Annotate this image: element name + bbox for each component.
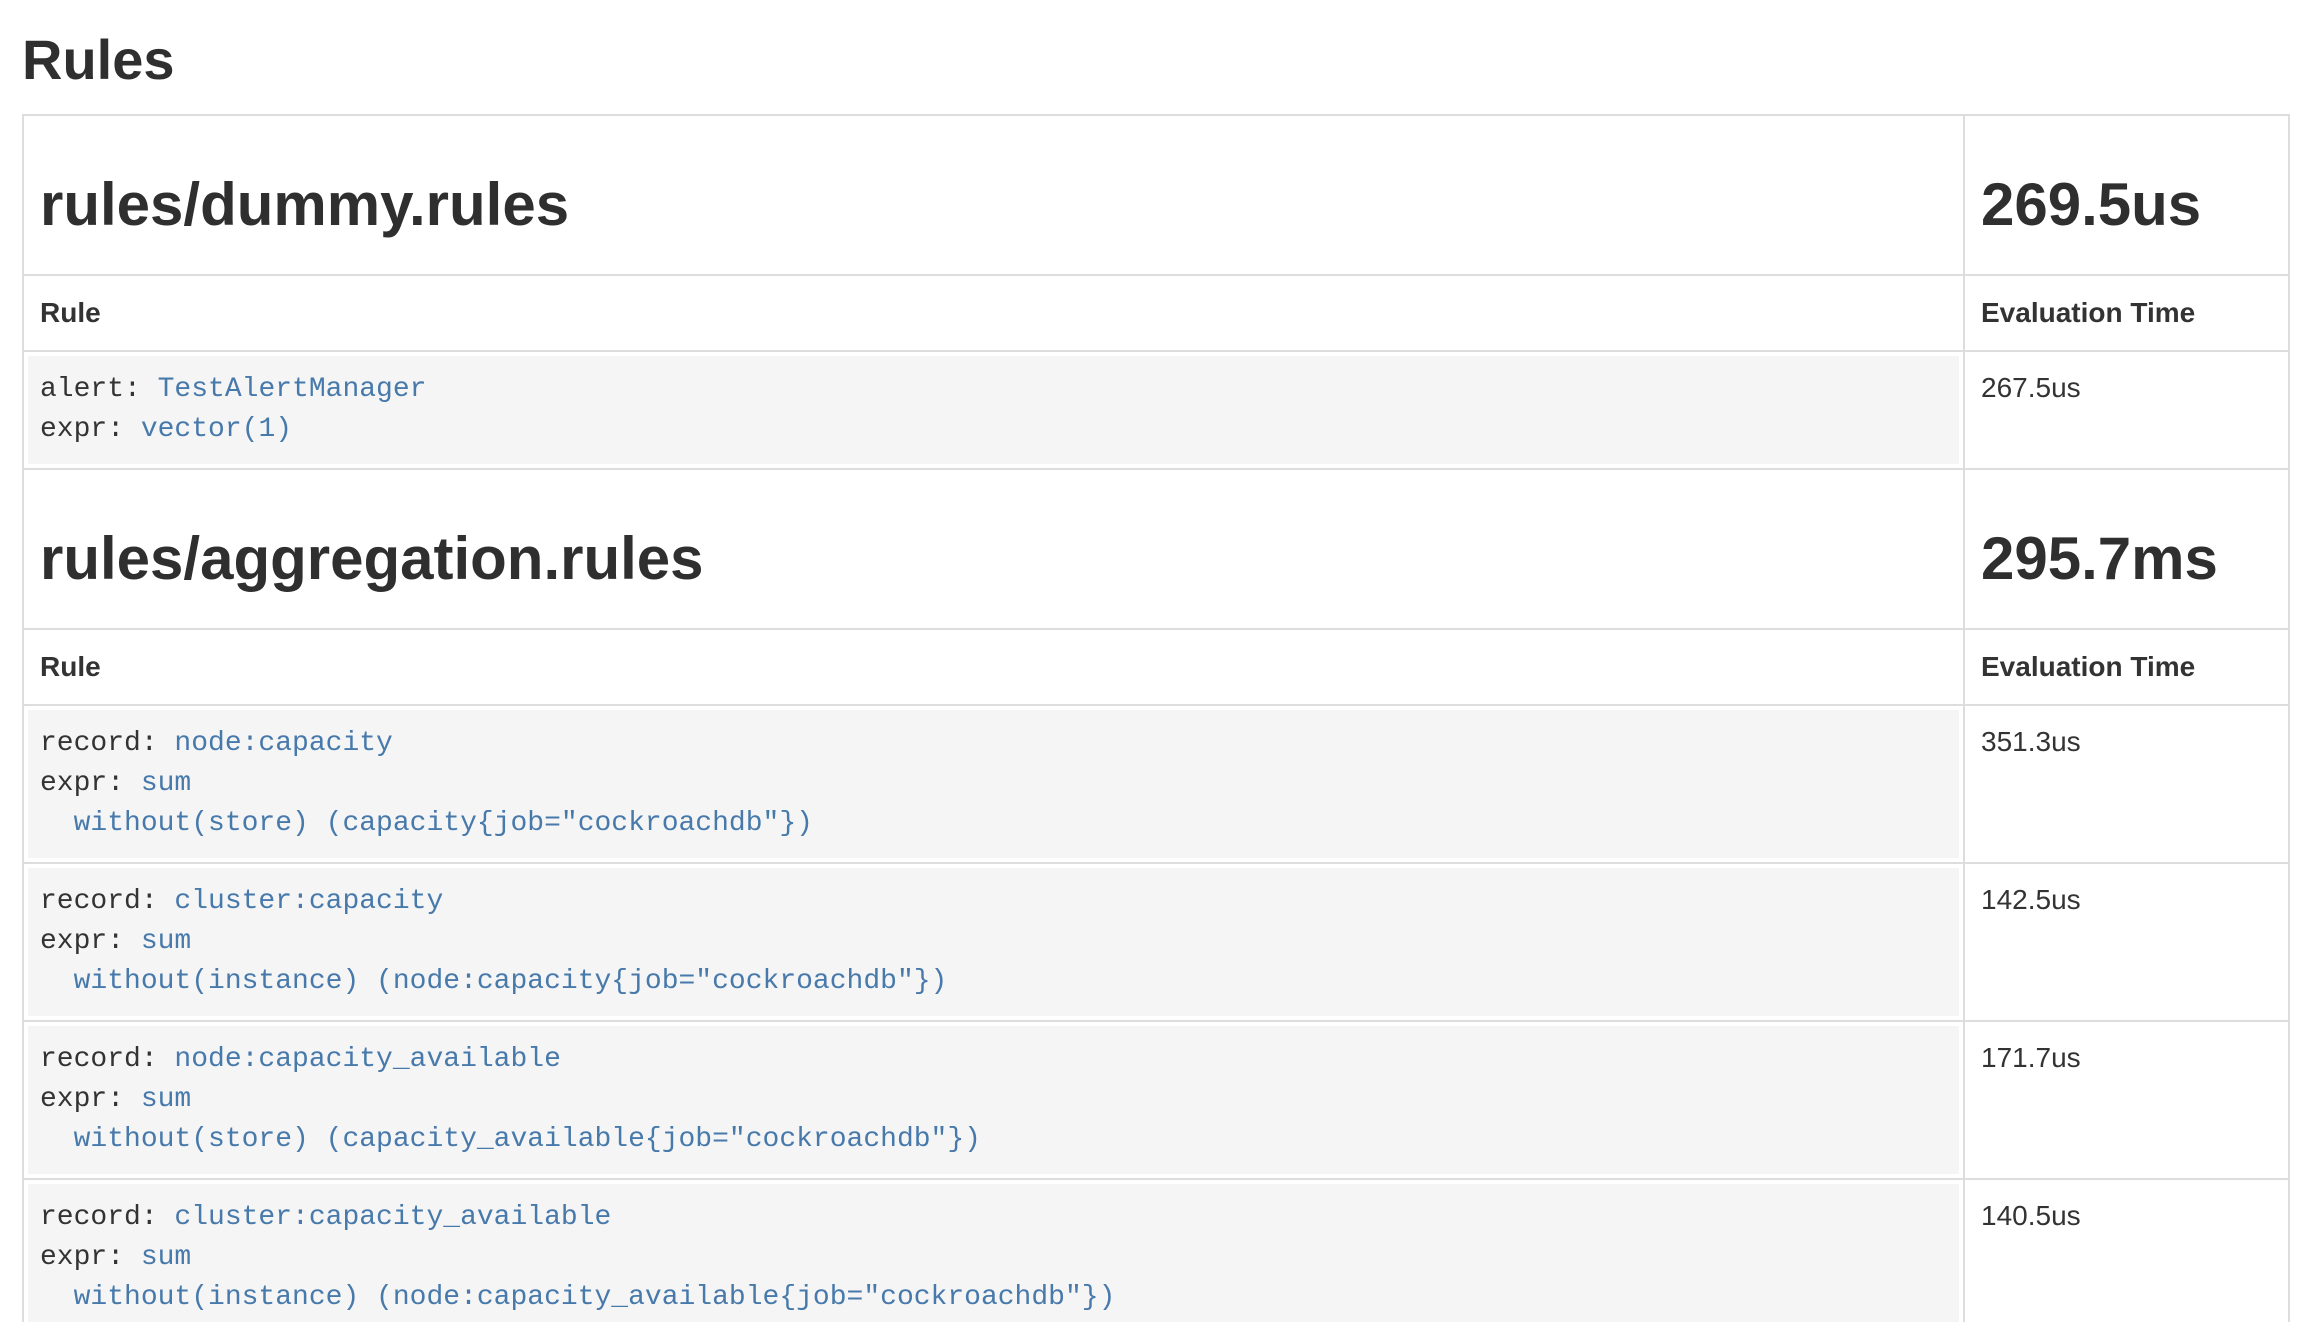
rule-keyword: record: (40, 1202, 174, 1233)
rule-code-line: without(instance) (node:capacity{job="co… (40, 962, 1947, 1002)
rule-code-line: without(instance) (node:capacity_availab… (40, 1278, 1947, 1318)
rule-link[interactable]: TestAlertManager (158, 374, 427, 405)
rule-code: record: cluster:capacityexpr: sum withou… (28, 868, 1959, 1016)
rule-cell: record: cluster:capacityexpr: sum withou… (23, 863, 1964, 1021)
eval-time-cell: 351.3us (1964, 705, 2289, 863)
rule-code: alert: TestAlertManagerexpr: vector(1) (28, 356, 1959, 464)
column-header-rule: Rule (23, 275, 1964, 351)
rule-code-line: alert: TestAlertManager (40, 370, 1947, 410)
rules-table-body: rules/dummy.rules269.5usRuleEvaluation T… (23, 115, 2289, 1322)
rule-code-line: record: cluster:capacity (40, 882, 1947, 922)
rule-link[interactable]: cluster:capacity (174, 886, 443, 917)
rule-code-line: expr: sum (40, 764, 1947, 804)
rule-link[interactable]: sum (141, 1242, 191, 1273)
rule-code-line: expr: sum (40, 1080, 1947, 1120)
rule-cell: record: node:capacityexpr: sum without(s… (23, 705, 1964, 863)
rule-code-line: expr: vector(1) (40, 410, 1947, 450)
rule-cell: record: cluster:capacity_availableexpr: … (23, 1179, 1964, 1322)
rule-cell: alert: TestAlertManagerexpr: vector(1) (23, 351, 1964, 469)
rule-group-eval-time: 269.5us (1981, 172, 2272, 238)
rule-keyword: record: (40, 1044, 174, 1075)
rule-keyword: alert: (40, 374, 158, 405)
rule-group-row: rules/dummy.rules 269.5us (23, 115, 2289, 275)
page-title: Rules (22, 28, 2290, 92)
column-header-eval-time: Evaluation Time (1964, 629, 2289, 705)
rule-keyword: expr: (40, 768, 141, 799)
rule-group-eval-cell: 295.7ms (1964, 469, 2289, 629)
rule-link[interactable]: without(instance) (node:capacity{job="co… (40, 966, 947, 997)
rule-group-row: rules/aggregation.rules 295.7ms (23, 469, 2289, 629)
rule-link[interactable]: sum (141, 1084, 191, 1115)
rule-link[interactable]: vector(1) (141, 414, 292, 445)
rule-code-line: without(store) (capacity{job="cockroachd… (40, 804, 1947, 844)
column-header-eval-time: Evaluation Time (1964, 275, 2289, 351)
rule-link[interactable]: node:capacity_available (174, 1044, 560, 1075)
rule-row: record: cluster:capacity_availableexpr: … (23, 1179, 2289, 1322)
rule-code-line: expr: sum (40, 922, 1947, 962)
column-header-row: RuleEvaluation Time (23, 275, 2289, 351)
rule-cell: record: node:capacity_availableexpr: sum… (23, 1021, 1964, 1179)
rule-row: record: node:capacityexpr: sum without(s… (23, 705, 2289, 863)
rule-keyword: expr: (40, 414, 141, 445)
rule-group-eval-time: 295.7ms (1981, 526, 2272, 592)
rule-link[interactable]: sum (141, 768, 191, 799)
rule-code-line: without(store) (capacity_available{job="… (40, 1120, 1947, 1160)
rule-code: record: node:capacityexpr: sum without(s… (28, 710, 1959, 858)
rule-row: record: node:capacity_availableexpr: sum… (23, 1021, 2289, 1179)
rule-keyword: record: (40, 886, 174, 917)
rule-row: record: cluster:capacityexpr: sum withou… (23, 863, 2289, 1021)
rule-link[interactable]: without(instance) (node:capacity_availab… (40, 1282, 1115, 1313)
rule-group-eval-cell: 269.5us (1964, 115, 2289, 275)
rule-code: record: node:capacity_availableexpr: sum… (28, 1026, 1959, 1174)
rule-row: alert: TestAlertManagerexpr: vector(1)26… (23, 351, 2289, 469)
rule-code: record: cluster:capacity_availableexpr: … (28, 1184, 1959, 1322)
rule-keyword: expr: (40, 1242, 141, 1273)
rules-table: rules/dummy.rules269.5usRuleEvaluation T… (22, 114, 2290, 1322)
rule-group-cell: rules/aggregation.rules (23, 469, 1964, 629)
rule-group-cell: rules/dummy.rules (23, 115, 1964, 275)
rule-code-line: record: node:capacity (40, 724, 1947, 764)
rules-page: Rules rules/dummy.rules269.5usRuleEvalua… (0, 0, 2316, 1322)
rule-group-name: rules/aggregation.rules (40, 526, 1947, 592)
rule-link[interactable]: sum (141, 926, 191, 957)
eval-time-cell: 140.5us (1964, 1179, 2289, 1322)
rule-link[interactable]: without(store) (capacity{job="cockroachd… (40, 808, 813, 839)
column-header-rule: Rule (23, 629, 1964, 705)
eval-time-cell: 142.5us (1964, 863, 2289, 1021)
rule-code-line: record: cluster:capacity_available (40, 1198, 1947, 1238)
rule-group-name: rules/dummy.rules (40, 172, 1947, 238)
rule-link[interactable]: without(store) (capacity_available{job="… (40, 1124, 981, 1155)
rule-link[interactable]: cluster:capacity_available (174, 1202, 611, 1233)
eval-time-cell: 171.7us (1964, 1021, 2289, 1179)
rule-link[interactable]: node:capacity (174, 728, 392, 759)
column-header-row: RuleEvaluation Time (23, 629, 2289, 705)
rule-keyword: expr: (40, 926, 141, 957)
rule-code-line: expr: sum (40, 1238, 1947, 1278)
rule-keyword: expr: (40, 1084, 141, 1115)
rule-code-line: record: node:capacity_available (40, 1040, 1947, 1080)
eval-time-cell: 267.5us (1964, 351, 2289, 469)
rule-keyword: record: (40, 728, 174, 759)
